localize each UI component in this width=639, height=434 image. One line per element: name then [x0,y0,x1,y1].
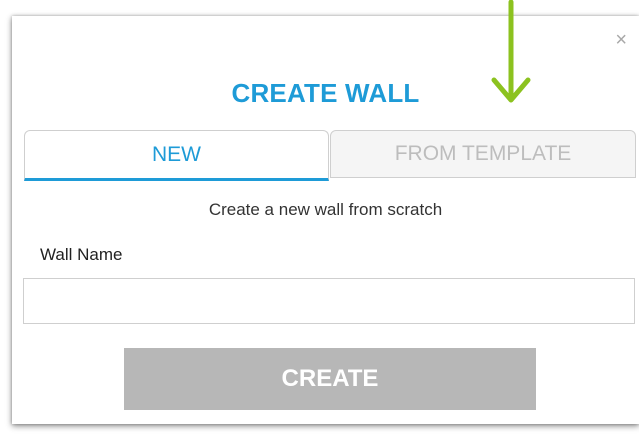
create-button[interactable]: CREATE [124,348,536,410]
tab-from-template[interactable]: FROM TEMPLATE [330,130,636,178]
tab-bar: NEW FROM TEMPLATE [24,130,636,181]
dialog-title: CREATE WALL [231,78,420,108]
down-arrow-icon [491,0,531,103]
wall-name-label: Wall Name [40,245,123,264]
wall-name-input[interactable] [23,278,635,324]
tab-new[interactable]: NEW [24,130,329,181]
close-icon[interactable]: × [615,30,627,50]
create-wall-dialog: × CREATE WALL NEW FROM TEMPLATE Create a… [12,16,639,424]
tab-description: Create a new wall from scratch [208,200,443,219]
screen: × CREATE WALL NEW FROM TEMPLATE Create a… [0,0,639,434]
